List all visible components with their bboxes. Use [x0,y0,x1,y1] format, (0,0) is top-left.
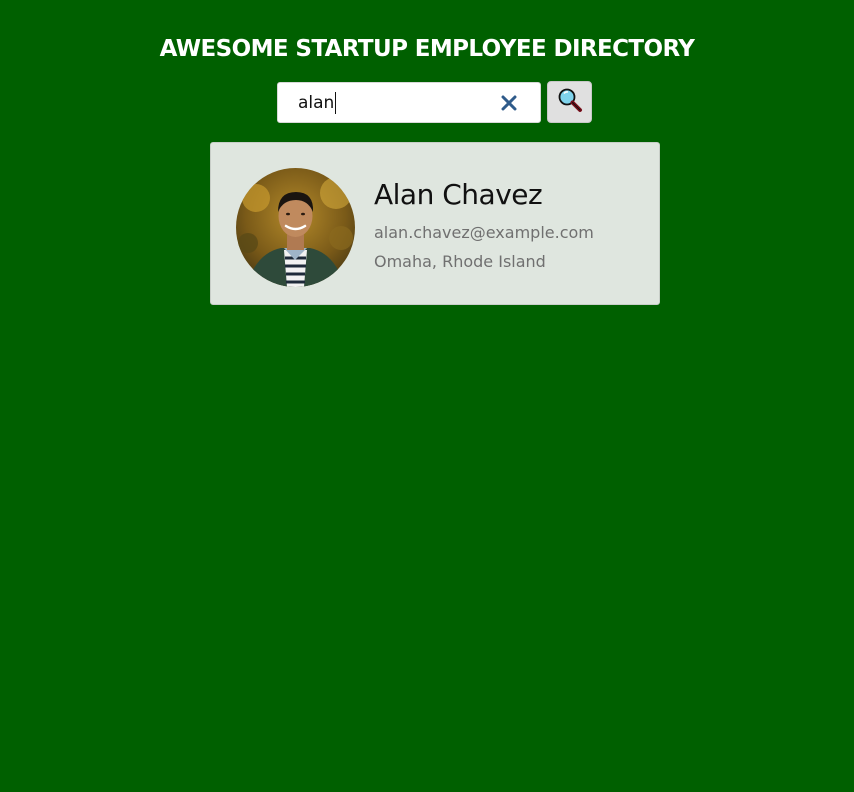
search-input-text-wrap[interactable]: alan [298,91,337,115]
employee-location: Omaha, Rhode Island [374,252,546,271]
close-x-icon[interactable] [500,94,518,112]
employee-email: alan.chavez@example.com [374,223,594,242]
search-input-value[interactable]: alan [298,93,334,113]
employee-card[interactable]: Alan Chavez alan.chavez@example.com Omah… [210,142,660,305]
page-title: AWESOME STARTUP EMPLOYEE DIRECTORY [159,36,695,62]
magnifying-glass-icon [557,87,583,117]
avatar [236,168,355,287]
text-caret [335,91,337,114]
search-input[interactable]: alan [277,81,541,123]
employee-name: Alan Chavez [374,178,543,211]
search-button[interactable] [547,81,592,123]
search-bar: alan [277,81,592,123]
